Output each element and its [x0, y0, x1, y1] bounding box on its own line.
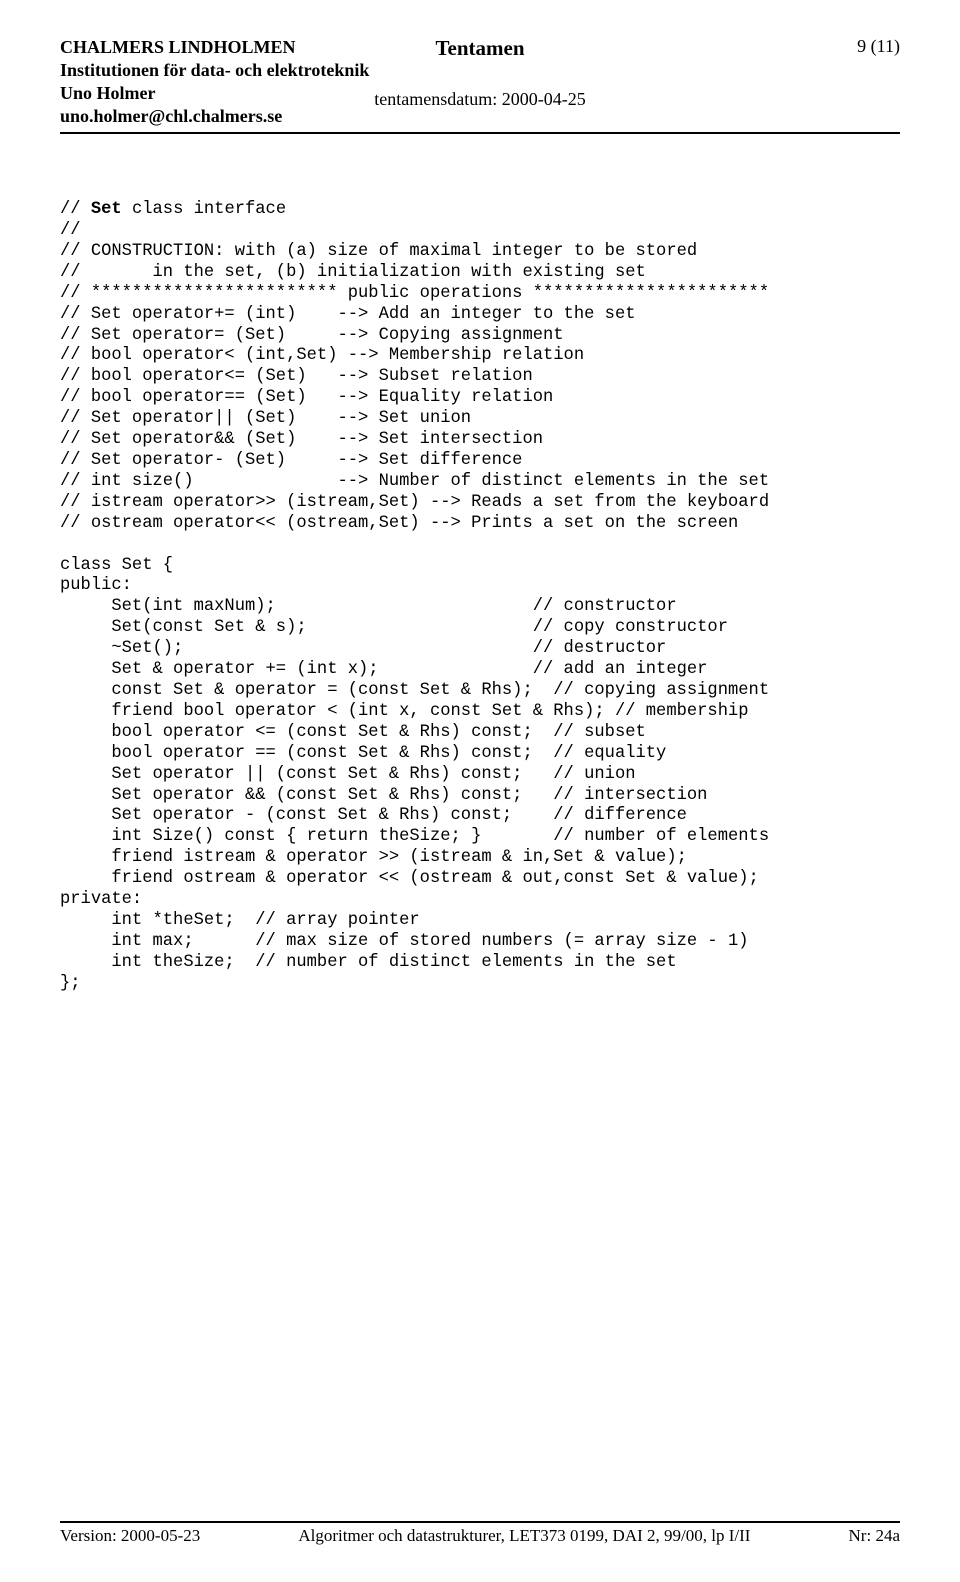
page: CHALMERS LINDHOLMEN Institutionen för da…: [0, 0, 960, 1582]
page-footer: Version: 2000-05-23 Algoritmer och datas…: [60, 1521, 900, 1546]
footer-row: Version: 2000-05-23 Algoritmer och datas…: [60, 1526, 900, 1546]
document-title: Tentamen: [374, 36, 585, 61]
footer-course: Algoritmer och datastrukturer, LET373 01…: [298, 1526, 750, 1546]
header-rule: [60, 132, 900, 134]
footer-number: Nr: 24a: [849, 1526, 900, 1546]
exam-date: tentamensdatum: 2000-04-25: [374, 89, 585, 110]
page-header: CHALMERS LINDHOLMEN Institutionen för da…: [60, 36, 900, 140]
header-center-block: Tentamen tentamensdatum: 2000-04-25: [374, 36, 585, 110]
footer-rule: [60, 1521, 900, 1523]
footer-version: Version: 2000-05-23: [60, 1526, 200, 1546]
code-listing: // Set class interface // // CONSTRUCTIO…: [60, 200, 900, 994]
page-number: 9 (11): [857, 36, 900, 57]
